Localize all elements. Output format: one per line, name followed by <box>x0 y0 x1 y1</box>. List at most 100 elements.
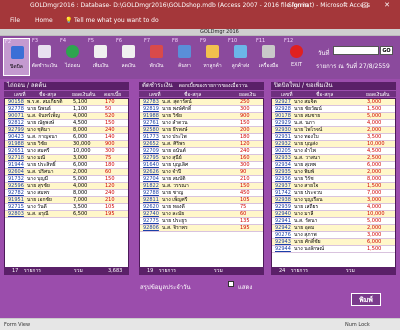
table-row[interactable]: 91822 น.ส. วรรณา 150 <box>140 183 263 190</box>
new-bill-list[interactable]: 92927 นาง สมจิต 3,000 92928 นาย ชัยวัฒน์ 1,50… <box>271 98 396 268</box>
customer-name: นาง สมจิต <box>294 99 317 105</box>
redeem-button[interactable]: F4 ไถ่ถอน <box>59 38 86 76</box>
table-row[interactable]: 92938 นาง บุญเรือน 3,000 <box>272 197 395 204</box>
maximize-icon[interactable]: □ <box>360 1 370 9</box>
add-money-button[interactable]: F5 เพิ่มเงิน <box>87 38 114 76</box>
table-row[interactable]: 91988 นาย วิชัย 900 <box>140 113 263 120</box>
minimize-icon[interactable]: – <box>340 1 350 9</box>
table-row[interactable]: 92799 นาง ชุติมา 8,000 240 <box>5 127 128 134</box>
table-row[interactable]: 92941 น.ส. รัตนา 5,000 <box>272 218 395 225</box>
tab-file[interactable]: File <box>10 17 20 24</box>
table-row[interactable]: 92795 นาง สุนีย์ 160 <box>140 155 263 162</box>
table-row[interactable]: 92580 นาย ธีรพงษ์ 200 <box>140 127 263 134</box>
show-checkbox[interactable] <box>228 281 234 287</box>
table-row[interactable]: 92940 นาง มาลี 10,000 <box>272 211 395 218</box>
tab-home[interactable]: Home <box>35 17 53 24</box>
bill-number: 92704 <box>143 176 159 182</box>
table-row[interactable]: 92740 นาง ละมัย 60 <box>140 211 263 218</box>
table-row[interactable]: 91773 นาง ประไพ 180 <box>140 134 263 141</box>
table-row[interactable]: 92819 นาย พงษ์ศักดิ์ 300 <box>140 106 263 113</box>
table-row[interactable]: 91951 นาย เอกชัย 7,000 210 <box>5 197 128 204</box>
amount-cell: 900 <box>240 113 250 119</box>
table-row[interactable]: 92936 นาย วิรัช 8,000 <box>272 176 395 183</box>
table-row[interactable]: 90276 นาง สุภาพ 3,000 <box>272 232 395 239</box>
print-button[interactable]: พิมพ์ <box>351 293 381 306</box>
amount-cell: 2,000 <box>367 127 382 133</box>
customer-report-button[interactable]: F10 ลูกค้าส่ง <box>227 38 254 76</box>
table-row[interactable]: 92788 นาย ชาญ 450 <box>140 190 263 197</box>
tools-button[interactable]: F11 เครื่องมือ <box>255 38 282 76</box>
table-row[interactable]: 92930 นาย ไพโรจน์ 2,000 <box>272 127 395 134</box>
table-row[interactable]: 92775 นาย ประยูร 135 <box>140 218 263 225</box>
table-row[interactable]: 92626 นาง จำปี 90 <box>140 169 263 176</box>
table-row[interactable]: 92811 นาง เพ็ญศรี 105 <box>140 197 263 204</box>
pay-interest-button[interactable]: F3 ตัดชำระเงิน <box>31 38 58 76</box>
customer-name: นาง ประไพ <box>162 134 187 140</box>
table-row[interactable]: 92596 นาย สุรชัย 4,000 120 <box>5 183 128 190</box>
table-row[interactable]: 92931 นาง ทองใบ 3,500 <box>272 134 395 141</box>
exit-button[interactable]: F12 EXIT <box>283 38 310 76</box>
bill-number: 92580 <box>143 127 159 133</box>
table-row[interactable]: 92937 นาง สายใจ 1,500 <box>272 183 395 190</box>
table-row[interactable]: 92709 นาย อนันต์ 240 <box>140 148 263 155</box>
table-row[interactable]: 92778 นาย นิพนธ์ 1,100 50 <box>5 106 128 113</box>
table-row[interactable]: 91944 นาย ประสิทธิ์ 6,000 180 <box>5 162 128 169</box>
tell-me-box[interactable]: Tell me what you want to do <box>74 17 159 24</box>
table-row[interactable]: 92715 นาง วันดี 3,500 105 <box>5 204 128 211</box>
panel-footer: 24 รายการ รวม <box>271 267 396 275</box>
table-row[interactable]: 91742 นาย ประจวบ 7,000 <box>272 190 395 197</box>
table-row[interactable]: 92620 นาย ทองดี 75 <box>140 204 263 211</box>
table-row[interactable]: 92812 นาย ณัฐพงษ์ 4,500 150 <box>5 120 128 127</box>
customer-name: นาง ลำดวน <box>162 120 188 126</box>
find-customer-button[interactable]: F9 หาลูกค้า <box>199 38 226 76</box>
table-row[interactable]: 90178 นาย สมชาย 5,000 <box>272 113 395 120</box>
table-row[interactable]: 92651 นาง สมศรี 10,000 300 <box>5 148 128 155</box>
ribbon-bar: File Home 💡 Tell me what you want to do <box>0 13 400 29</box>
table-row[interactable]: 92652 น.ส. ศิริพร 120 <box>140 141 263 148</box>
close-icon[interactable]: ✕ <box>382 1 392 9</box>
date-input[interactable] <box>333 46 379 55</box>
table-row[interactable]: 92932 นาย บุญส่ง 10,000 <box>272 141 395 148</box>
search-button[interactable]: F8 ค้นหา <box>171 38 198 76</box>
table-row[interactable]: 92718 นาง มณี 3,000 75 <box>5 155 128 162</box>
table-row[interactable]: 92942 นาย อุดม 2,000 <box>272 225 395 232</box>
suspend-button[interactable]: F7 พักเงิน <box>143 38 170 76</box>
bill-number: 92933 <box>275 155 291 161</box>
table-row[interactable]: 92933 น.ส. วาสนา 2,500 <box>272 155 395 162</box>
table-row[interactable]: 91732 นาง บุญมี 5,000 150 <box>5 176 128 183</box>
table-row[interactable]: 92783 น.ส. สุดารัตน์ 250 <box>140 99 263 106</box>
table-row[interactable]: 90158 พ.ร.ต. สมเกียรติ 5,100 170 <box>5 99 128 106</box>
close-bill-button[interactable]: F2 ปิดบิล <box>3 38 30 76</box>
table-row[interactable]: 92939 นาย เสถียร 4,000 <box>272 204 395 211</box>
reduce-money-button[interactable]: F6 ลดเงิน <box>115 38 142 76</box>
table-row[interactable]: 92944 นาง นงลักษณ์ 1,500 <box>272 246 395 253</box>
table-row[interactable]: 92704 นาย สมบัติ 210 <box>140 176 263 183</box>
sign-in-link[interactable]: Sign in <box>288 2 308 9</box>
table-row[interactable]: 92928 นาย ชัยวัฒน์ 1,500 <box>272 106 395 113</box>
amount-cell: 170 <box>105 99 115 105</box>
show-checkbox-label: แสดง <box>238 284 253 291</box>
table-row[interactable]: 92782 นาง สมพร 8,000 240 <box>5 190 128 197</box>
customer-name: นาง ชุติมา <box>27 127 51 133</box>
bill-number: 91988 <box>143 113 159 119</box>
table-row[interactable]: 92803 น.ส. อรุณี 6,500 195 <box>5 211 128 218</box>
customer-name: นาง ทองใบ <box>294 134 319 140</box>
go-button[interactable]: GO <box>380 46 393 55</box>
bill-number: 91822 <box>143 183 159 189</box>
table-row[interactable]: 92935 นาง พิมพ์ 2,000 <box>272 169 395 176</box>
table-row[interactable]: 92943 นาย ศักดิ์ชัย 6,000 <box>272 239 395 246</box>
table-row[interactable]: 92929 น.ส. นภา 4,000 <box>272 120 395 127</box>
table-row[interactable]: 90071 น.ส. จันทร์เพ็ญ 4,000 520 <box>5 113 128 120</box>
table-row[interactable]: 92806 น.ส. จิราพร 195 <box>140 225 263 232</box>
table-row[interactable]: 92761 นาง ลำดวน 150 <box>140 120 263 127</box>
table-row[interactable]: 92934 นาย สุเทพ 6,000 <box>272 162 395 169</box>
table-row[interactable]: 91988 นาย วิชัย 30,000 900 <box>5 141 128 148</box>
table-row[interactable]: 91640 นาย บุญเลิศ 300 <box>140 162 263 169</box>
redeem-list[interactable]: 90158 พ.ร.ต. สมเกียรติ 5,100 170 92778 นาย นิ… <box>4 98 129 268</box>
table-row[interactable]: 90423 น.ส. กาญจนา 6,000 140 <box>5 134 128 141</box>
table-row[interactable]: 90205 นาง อำไพ 4,500 <box>272 148 395 155</box>
table-row[interactable]: 92927 นาง สมจิต 3,000 <box>272 99 395 106</box>
customer-name: นาย ชาญ <box>162 190 184 196</box>
interest-list[interactable]: 92783 น.ส. สุดารัตน์ 250 92819 นาย พงษ์ศักดิ… <box>139 98 264 268</box>
table-row[interactable]: 92604 น.ส. ปริศนา 2,000 60 <box>5 169 128 176</box>
